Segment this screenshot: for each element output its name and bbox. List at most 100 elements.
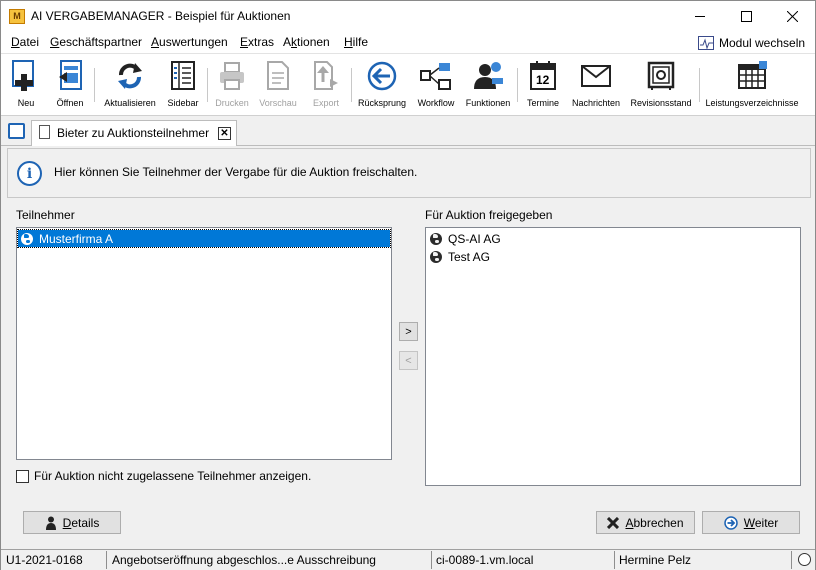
app-logo-icon: M (9, 9, 25, 24)
toolbar-new-button[interactable]: Neu (9, 60, 43, 108)
toolbar-lv-button[interactable]: Leistungsverzeichnisse (705, 60, 799, 108)
next-button[interactable]: Weiter (702, 511, 800, 534)
toolbar-sidebar-button[interactable]: Sidebar (165, 60, 201, 108)
toolbar-revision-button[interactable]: Revisionsstand (629, 60, 693, 108)
toolbar-workflow-button[interactable]: Workflow (413, 60, 459, 108)
functions-user-icon (472, 60, 504, 92)
toolbar-sidebar-label: Sidebar (167, 98, 199, 108)
toolbar-functions-button[interactable]: Funktionen (463, 60, 513, 108)
globe-icon (430, 232, 442, 245)
toolbar-open-button[interactable]: Öffnen (53, 60, 87, 108)
table-icon (736, 60, 768, 92)
tab-close-icon[interactable]: ✕ (218, 127, 231, 140)
globe-icon (430, 250, 442, 263)
export-icon (310, 60, 342, 92)
printer-icon (216, 60, 248, 92)
person-icon (45, 516, 56, 530)
show-excluded-checkbox-row[interactable]: Für Auktion nicht zugelassene Teilnehmer… (16, 469, 311, 483)
tab-strip: Bieter zu Auktionsteilnehmer ✕ (1, 117, 815, 146)
freigegeben-label: Für Auktion freigegeben (425, 208, 553, 222)
toolbar-workflow-label: Workflow (417, 98, 455, 108)
toolbar-revision-label: Revisionsstand (630, 98, 692, 108)
toolbar-separator (207, 68, 208, 102)
maximize-icon (740, 10, 752, 22)
module-switch-icon (698, 35, 714, 50)
teilnehmer-list[interactable]: Musterfirma A (16, 227, 392, 460)
toolbar-new-label: Neu (17, 98, 35, 108)
toolbar-refresh-button[interactable]: Aktualisieren (101, 60, 159, 108)
toolbar-calendar-button[interactable]: 12 Termine (523, 60, 563, 108)
tab-bieter-auktionsteilnehmer[interactable]: Bieter zu Auktionsteilnehmer ✕ (31, 120, 237, 146)
calendar-icon: 12 (527, 60, 559, 92)
open-document-icon (54, 60, 86, 92)
app-window: M AI VERGABEMANAGER - Beispiel für Aukti… (0, 0, 816, 570)
status-user: Hermine Pelz (619, 553, 692, 567)
details-button[interactable]: Details (23, 511, 121, 534)
toolbar-separator (517, 68, 518, 102)
status-bar: U1-2021-0168 Angebotseröffnung abgeschlo… (1, 549, 815, 570)
safe-icon (645, 60, 677, 92)
list-item-label: QS-AI AG (448, 231, 501, 246)
info-icon: i (17, 161, 42, 186)
status-host: ci-0089-1.vm.local (436, 553, 534, 567)
toolbar-separator (351, 68, 352, 102)
menu-geschaeftspartner[interactable]: Geschäftspartner (50, 35, 142, 49)
toolbar-preview-button[interactable]: Vorschau (258, 60, 298, 108)
tab-overview-icon[interactable] (8, 123, 25, 139)
back-arrow-icon (366, 60, 398, 92)
menu-datei[interactable]: Datei (11, 35, 39, 49)
toolbar-functions-label: Funktionen (465, 98, 511, 108)
details-label: Details (62, 515, 100, 530)
list-item[interactable]: QS-AI AG (427, 230, 799, 247)
list-item-label: Musterfirma A (39, 231, 114, 246)
new-plus-icon (10, 60, 42, 92)
toolbar: Neu Öffnen Aktualisieren Sidebar Drucken… (1, 53, 815, 116)
minimize-icon (694, 15, 705, 17)
menu-hilfe[interactable]: Hilfe (344, 35, 368, 49)
teilnehmer-label: Teilnehmer (16, 208, 75, 222)
window-title: AI VERGABEMANAGER - Beispiel für Auktion… (31, 9, 291, 23)
toolbar-export-button[interactable]: Export (308, 60, 344, 108)
toolbar-print-label: Drucken (215, 98, 249, 108)
list-item-label: Test AG (448, 249, 491, 264)
calendar-day-number: 12 (536, 73, 550, 87)
menu-auswertungen[interactable]: Auswertungen (151, 35, 228, 49)
close-window-button[interactable] (769, 1, 815, 31)
menu-extras[interactable]: Extras (240, 35, 274, 49)
list-item[interactable]: Test AG (427, 248, 799, 265)
menu-aktionen[interactable]: Aktionen (283, 35, 330, 49)
status-divider (614, 551, 615, 569)
sidebar-icon (167, 60, 199, 92)
toolbar-messages-button[interactable]: Nachrichten (570, 60, 622, 108)
title-bar: M AI VERGABEMANAGER - Beispiel für Aukti… (1, 1, 815, 31)
status-divider (791, 551, 792, 569)
status-phase: Angebotseröffnung abgeschlos...e Ausschr… (112, 553, 376, 567)
toolbar-back-label: Rücksprung (357, 98, 407, 108)
status-divider (431, 551, 432, 569)
show-excluded-checkbox[interactable] (16, 469, 29, 483)
toolbar-print-button[interactable]: Drucken (213, 60, 251, 108)
list-item[interactable]: Musterfirma A (17, 229, 391, 248)
toolbar-refresh-label: Aktualisieren (104, 98, 156, 108)
cancel-button[interactable]: Abbrechen (596, 511, 695, 534)
toolbar-export-label: Export (312, 98, 339, 108)
maximize-button[interactable] (723, 1, 769, 31)
toolbar-back-button[interactable]: Rücksprung (357, 60, 407, 108)
envelope-icon (580, 60, 612, 92)
modul-wechseln-button[interactable]: Modul wechseln (698, 34, 805, 51)
workflow-icon (420, 60, 452, 92)
document-icon (39, 125, 50, 139)
toolbar-open-label: Öffnen (56, 98, 84, 108)
freigegeben-list[interactable]: QS-AI AG Test AG (425, 227, 801, 486)
toolbar-preview-label: Vorschau (259, 98, 297, 108)
cancel-x-icon (607, 516, 620, 529)
next-label: Weiter (743, 515, 779, 530)
tab-label: Bieter zu Auktionsteilnehmer (57, 126, 210, 140)
status-divider (106, 551, 107, 569)
remove-from-auction-button[interactable]: < (399, 351, 418, 370)
minimize-button[interactable] (677, 1, 723, 31)
close-icon (786, 10, 798, 22)
toolbar-separator (94, 68, 95, 102)
toolbar-lv-label: Leistungsverzeichnisse (705, 98, 799, 108)
add-to-auction-button[interactable]: > (399, 322, 418, 341)
